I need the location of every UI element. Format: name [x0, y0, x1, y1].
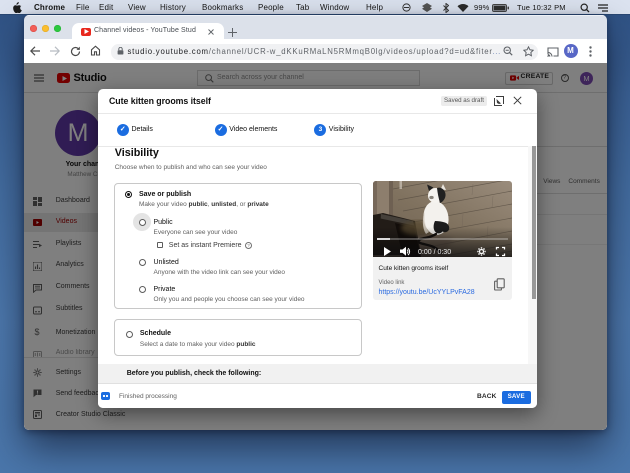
svg-text:0:00 / 0:30: 0:00 / 0:30: [418, 249, 451, 256]
